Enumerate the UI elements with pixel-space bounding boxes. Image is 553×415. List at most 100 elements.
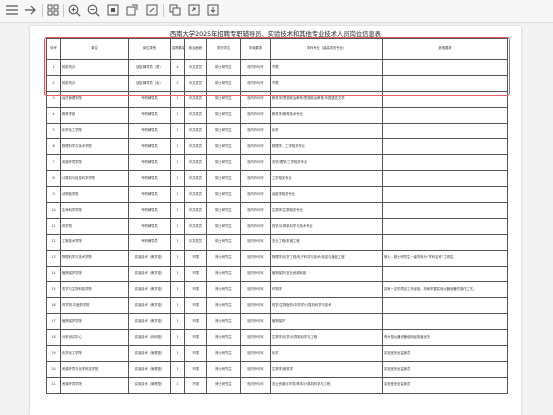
table-cell: 专职辅导员 [128, 202, 171, 219]
table-cell: 植物保护/农业资源利用 [270, 265, 383, 283]
table-cell: 博士研究生 [206, 297, 241, 315]
table-row: 10 生命科学学院 专职辅导员 1 中共党员 硕士研究生 校内外均可 生物学/生物相关专业 [46, 202, 508, 219]
table-cell: 校内外均可 [240, 138, 271, 156]
table-cell: 不限 [184, 329, 207, 347]
forward-icon[interactable] [24, 3, 38, 17]
table-row: 5 化学化工学院 专职辅导员 1 中共党员 硕士研究生 校内外均可 化学 [46, 122, 508, 140]
table-cell: 中共党员 [184, 154, 207, 172]
download-icon[interactable] [206, 3, 220, 17]
table-cell: 15 [46, 281, 61, 299]
table-cell: 硕士研究生 [206, 202, 241, 219]
table-cell: 1 [170, 345, 185, 362]
table-cell: 1 [170, 106, 185, 124]
table-cell: 化学化工学院 [60, 122, 129, 140]
table-row: 12 工程技术学院 专职辅导员 1 中共党员 硕士研究生 校内外均可 农业工程/机械工程 [46, 233, 508, 251]
table-cell: 动物医学院 [60, 186, 129, 204]
table-row: 17 植物保护学院 实验技术（教学型） 1 不限 博士研究生 校内外均可 植物保护 [46, 313, 508, 331]
table-cell: 专职辅导员 [128, 106, 171, 124]
table-cell: 工程技术学院 [60, 233, 129, 251]
table-cell: 校内外均可 [240, 217, 271, 235]
table-cell [382, 122, 508, 140]
table-row: 7 资源环境学院 专职辅导员 1 中共党员 硕士研究生 校内外均可 农学/理学/工学相关专业 [46, 154, 508, 172]
table-cell: 资源环境与化学科技学院 [60, 360, 129, 378]
table-cell: 生物学/畜牧学 [270, 360, 383, 378]
table-cell [382, 202, 508, 219]
table-row: 6 物理科学与技术学院 专职辅导员 1 中共党员 硕士研究生 校内外均可 物理学、工学相关专业 [46, 138, 508, 156]
toolbar-separator [63, 4, 64, 17]
table-cell: 1 [170, 202, 185, 219]
toolbar-separator [42, 4, 43, 17]
table-cell: 实验技术（管理型） [128, 345, 171, 362]
table-row: 4 教育学部 专职辅导员 1 中共党员 硕士研究生 校内外均可 教育学/教育技术专业 [46, 106, 508, 124]
table-cell: 20 [46, 360, 61, 378]
export-icon[interactable] [187, 3, 201, 17]
table-cell: 中共党员 [184, 170, 207, 188]
table-cell: 校内外均可 [240, 345, 271, 362]
table-cell: 化学 [270, 345, 383, 362]
table-cell: 硕士研究生 [206, 170, 241, 188]
table-cell: 5 [46, 122, 61, 140]
table-cell: 资源环境学院 [60, 154, 129, 172]
table-cell: 校内外均可 [240, 249, 271, 267]
table-cell: 硕士研究生 [206, 106, 241, 124]
table-row: 13 物理科学与技术学院 实验技术（教学型） 1 不限 博士研究生 校内外均可 物理学/化学工… [46, 249, 508, 267]
table-cell: 1 [170, 360, 185, 378]
table-cell [382, 265, 508, 283]
table-cell: 植物保护学院 [60, 265, 129, 283]
table-cell [382, 106, 508, 124]
table-cell: 校内外均可 [240, 106, 271, 124]
table-cell: 教育学部 [60, 106, 129, 124]
table-cell: 校内外均可 [240, 202, 271, 219]
table-cell: 有大型仪器设备使用经验者优先 [382, 329, 508, 347]
table-row: 16 药学院 中医药学院 实验技术（教学型） 1 不限 博士研究生 校内外均可 药学/生物医药… [46, 297, 508, 315]
table-cell: 实验室安全监管员 [382, 376, 508, 394]
table-cell [382, 217, 508, 235]
table-row: 21 资源环境学院 实验技术（管理型） 1 不限 博士研究生 校内外均可 农业资源与环境/林学… [46, 376, 508, 394]
table-cell: 工学相关专业 [270, 170, 383, 188]
table-cell: 物理学/化学工程/电子科学与技术/信息与通信工程 [270, 249, 383, 267]
table-cell: 实验室安全监管员 [382, 345, 508, 362]
table-cell: 化学 [270, 122, 383, 140]
table-cell: 8 [46, 170, 61, 188]
copy-icon[interactable] [168, 3, 182, 17]
table-cell: 专职辅导员 [128, 154, 171, 172]
table-cell: 硕士研究生 [206, 154, 241, 172]
sidebar-icon[interactable] [46, 3, 60, 17]
table-cell: 中共党员 [184, 233, 207, 251]
table-cell: 10 [46, 202, 61, 219]
table-cell: 生命科学学院 [60, 202, 129, 219]
table-cell [382, 138, 508, 156]
table-cell: 专职辅导员 [128, 186, 171, 204]
fit-page-icon[interactable] [106, 3, 120, 17]
table-cell: 实验技术（教学型） [128, 265, 171, 283]
table-cell: 校内外均可 [240, 297, 271, 315]
table-cell: 校内外均可 [240, 360, 271, 378]
table-cell: 专职辅导员 [128, 217, 171, 235]
table-cell: 校内外均可 [240, 170, 271, 188]
table-cell: 校内外均可 [240, 186, 271, 204]
table-cell: 化学化工学院 [60, 345, 129, 362]
table-row: 18 分析测试中心 实验技术（科研型） 1 不限 博士研究生 校内外均可 生物学/化学/计算机… [46, 329, 508, 347]
zoom-out-icon[interactable] [86, 3, 100, 17]
zoom-in-icon[interactable] [67, 3, 81, 17]
table-row: 19 化学化工学院 实验技术（管理型） 1 不限 博士研究生 校内外均可 化学 实验室安全监管员 [46, 345, 508, 362]
table-cell: 实验技术（管理型） [128, 376, 171, 394]
table-cell: 专职辅导员 [128, 233, 171, 251]
menu-icon[interactable] [5, 3, 19, 17]
table-cell: 硕士研究生 [206, 138, 241, 156]
table-cell: 博士研究生 [206, 249, 241, 267]
toolbar-separator [163, 4, 164, 17]
table-cell: 17 [46, 313, 61, 331]
table-row: 20 资源环境与化学科技学院 实验技术（管理型） 1 不限 博士研究生 校内外均可 生物学/畜… [46, 360, 508, 378]
table-cell: 6 [46, 138, 61, 156]
annotate-icon[interactable] [145, 3, 159, 17]
table-row: 11 药学院 专职辅导员 1 中共党员 硕士研究生 校内外均可 药学/计算机科学与技术专业 [46, 217, 508, 235]
table-cell: 作物学 [270, 281, 383, 299]
table-cell: 7 [46, 154, 61, 172]
table-cell: 植物保护 [270, 313, 383, 331]
table-cell: 校内外均可 [240, 233, 271, 251]
table-cell: 19 [46, 345, 61, 362]
table-cell: 专职辅导员 [128, 138, 171, 156]
rotate-icon[interactable] [125, 3, 139, 17]
table-cell: 18 [46, 329, 61, 347]
